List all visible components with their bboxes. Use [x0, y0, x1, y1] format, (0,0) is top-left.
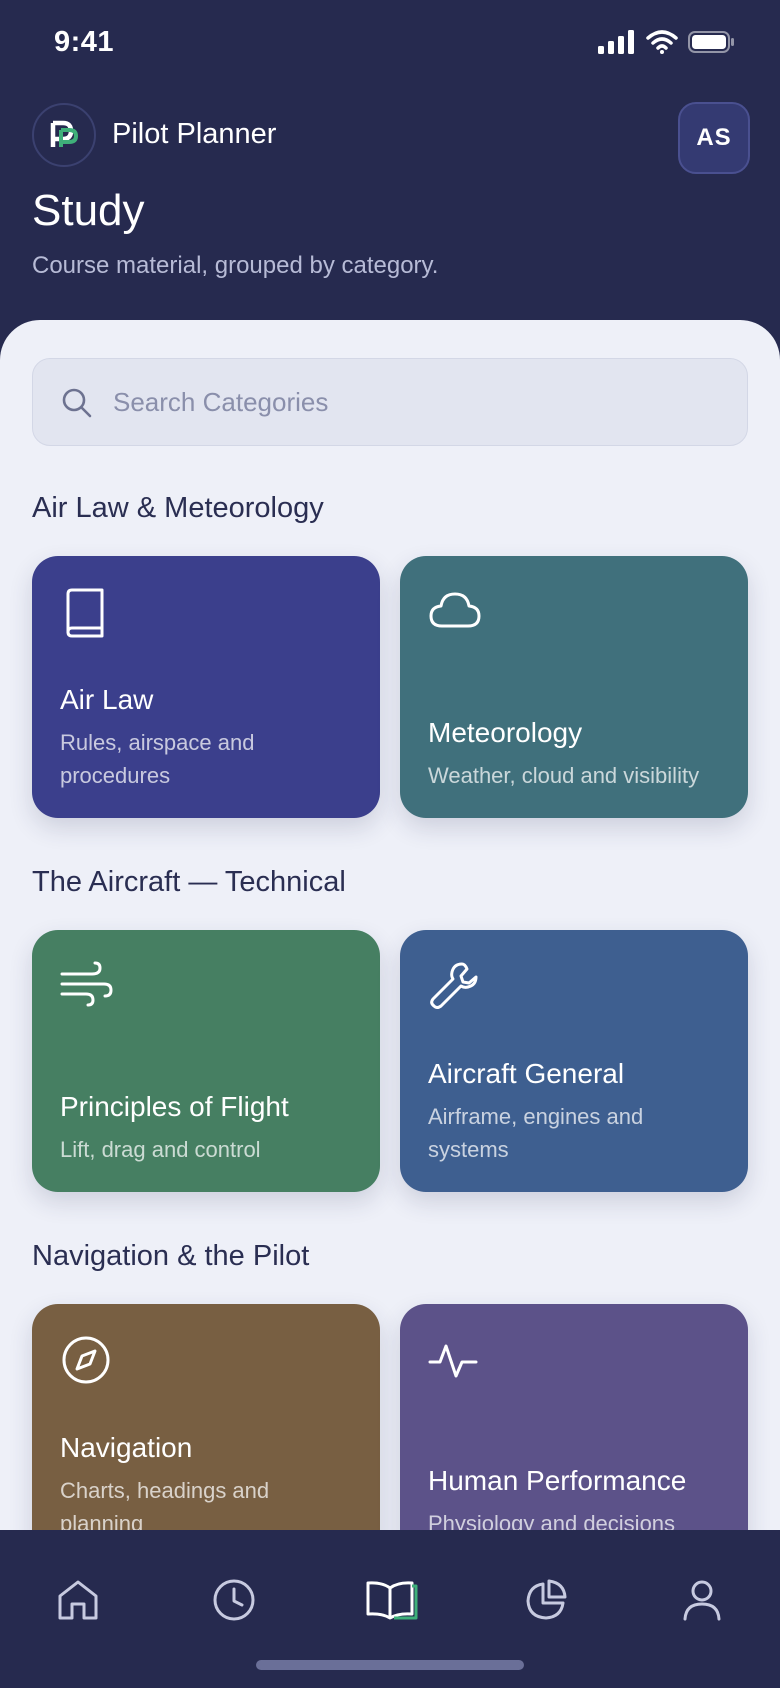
card-description: Rules, airspace and procedures: [60, 730, 255, 788]
section-title-navigation-pilot: Navigation & the Pilot: [32, 1240, 310, 1272]
tab-profile[interactable]: [662, 1560, 742, 1640]
card-title: Meteorology: [428, 717, 583, 748]
card-description: Weather, cloud and visibility: [428, 763, 700, 788]
home-indicator: [256, 1660, 524, 1670]
card-body: Aircraft General Airframe, engines and s…: [428, 1058, 724, 1166]
wrench-icon: [430, 962, 478, 1009]
section-title-aircraft-technical: The Aircraft — Technical: [32, 866, 346, 898]
card-body: Air Law Rules, airspace and procedures: [60, 684, 356, 792]
pilot-planner-logo-icon: [50, 120, 78, 147]
card-description: Physiology and decisions: [428, 1511, 676, 1530]
page-title: Study: [32, 186, 145, 235]
card-description: Airframe, engines and systems: [428, 1104, 644, 1162]
wind-icon: [60, 961, 113, 1007]
signal-icon: [598, 30, 634, 54]
category-card-human-performance[interactable]: Human Performance Physiology and decisio…: [400, 1304, 748, 1530]
card-title: Navigation: [60, 1432, 193, 1463]
status-icons: [598, 30, 736, 54]
search-icon: [62, 388, 92, 418]
category-card-aircraft-general[interactable]: Aircraft General Airframe, engines and s…: [400, 930, 748, 1192]
card-body: Human Performance Physiology and decisio…: [428, 1465, 724, 1530]
header: Pilot Planner AS: [32, 102, 750, 174]
tab-home[interactable]: [38, 1560, 118, 1640]
cloud-icon: [429, 592, 481, 628]
content-sheet: Air Law & Meteorology Air Law Rules, air…: [0, 320, 780, 1530]
compass-icon: [62, 1336, 110, 1384]
status-bar: 9:41: [0, 0, 780, 90]
card-title: Principles of Flight: [60, 1091, 289, 1122]
card-body: Navigation Charts, headings and planning: [60, 1432, 356, 1530]
card-title: Human Performance: [428, 1465, 687, 1496]
card-body: Principles of Flight Lift, drag and cont…: [60, 1091, 356, 1166]
tab-history[interactable]: [194, 1560, 274, 1640]
home-icon: [58, 1580, 98, 1620]
card-description: Lift, drag and control: [60, 1137, 261, 1162]
card-title: Aircraft General: [428, 1058, 625, 1089]
avatar-button[interactable]: AS: [678, 102, 750, 174]
category-card-meteorology[interactable]: Meteorology Weather, cloud and visibilit…: [400, 556, 748, 818]
tab-study[interactable]: [350, 1560, 430, 1640]
user-icon: [683, 1580, 721, 1621]
category-card-navigation[interactable]: Navigation Charts, headings and planning: [32, 1304, 380, 1530]
search-input[interactable]: [113, 359, 713, 445]
open-book-icon: [366, 1581, 418, 1620]
book-icon: [66, 588, 104, 638]
app-name: Pilot Planner: [112, 118, 277, 150]
card-body: Meteorology Weather, cloud and visibilit…: [428, 717, 724, 792]
pie-chart-icon: [526, 1579, 567, 1620]
card-title: Air Law: [60, 684, 154, 715]
clock-icon: [213, 1579, 255, 1621]
status-time: 9:41: [54, 26, 115, 58]
card-description: Charts, headings and planning: [60, 1478, 270, 1530]
wifi-icon: [646, 30, 678, 54]
category-card-principles-of-flight[interactable]: Principles of Flight Lift, drag and cont…: [32, 930, 380, 1192]
category-card-air-law[interactable]: Air Law Rules, airspace and procedures: [32, 556, 380, 818]
app-logo: [32, 103, 96, 167]
search-bar[interactable]: [32, 358, 748, 446]
tab-stats[interactable]: [506, 1560, 586, 1640]
page-subtitle: Course material, grouped by category.: [32, 252, 439, 279]
battery-icon: [688, 31, 734, 53]
section-title-air-law-meteorology: Air Law & Meteorology: [32, 492, 324, 524]
activity-icon: [428, 1344, 478, 1378]
